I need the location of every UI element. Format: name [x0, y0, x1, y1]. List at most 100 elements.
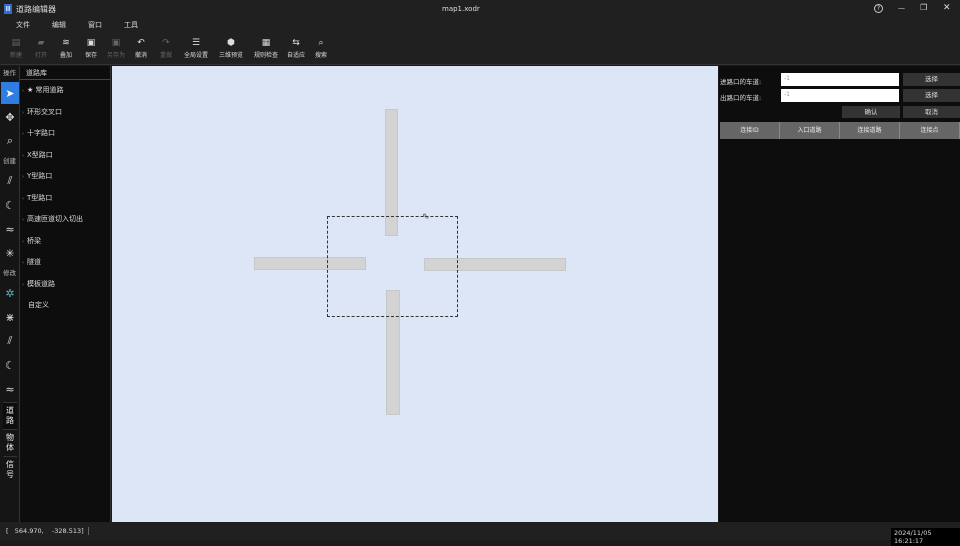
tab-road[interactable]: 道路 [3, 402, 17, 429]
toolbar-label: 三维预览 [218, 51, 243, 59]
toolbar-label: 叠加 [59, 51, 72, 59]
select-tool-icon[interactable]: ➤ [1, 82, 19, 104]
connection-table-header: 连接ID 入口道路 连接道路 连接点 [720, 122, 960, 139]
column-contact-point[interactable]: 连接点 [900, 122, 960, 139]
toolbar-button-2[interactable]: ≋ 叠加 [54, 32, 78, 64]
modify-junction-icon[interactable]: ✲ [1, 282, 19, 304]
zoom-fit-tool-icon[interactable]: ⌕ [1, 130, 19, 152]
road-library-panel: 道路库 › ★ 常用道路 › 环形交叉口 › 十字路口 › X型路口 › Y型路口 › T型路口 › 高速… [20, 66, 111, 522]
create-junction-icon[interactable]: ✳ [1, 242, 19, 264]
library-item-label: 环形交叉口 [27, 107, 62, 116]
menu-bar: 文件 编辑 窗口 工具 [0, 18, 960, 32]
restore-button[interactable]: ❐ [920, 3, 927, 12]
library-item[interactable]: › T型路口 [20, 188, 110, 210]
file-name: map1.xodr [442, 5, 480, 13]
library-item-label: 桥梁 [27, 236, 41, 245]
toolbar-label: 搜索 [314, 51, 327, 59]
road-library-title: 道路库 [20, 66, 110, 80]
toolbar-icon-2: ≋ [62, 37, 70, 48]
close-button[interactable]: ✕ [943, 3, 951, 13]
in-lane-select-button[interactable]: 选择 [903, 73, 960, 86]
library-item-label: T型路口 [27, 193, 53, 202]
menu-file[interactable]: 文件 [16, 18, 30, 32]
toolbar-button-7[interactable]: ☰ 全局设置 [179, 32, 213, 64]
out-lane-select-button[interactable]: 选择 [903, 89, 960, 102]
menu-tools[interactable]: 工具 [124, 18, 138, 32]
toolbar-button-3[interactable]: ▣ 保存 [79, 32, 103, 64]
column-connecting-road[interactable]: 连接道路 [840, 122, 900, 139]
column-connection-id[interactable]: 连接ID [720, 122, 780, 139]
in-lane-input[interactable]: -1 [781, 73, 899, 86]
toolbar-icon-7: ☰ [191, 37, 201, 48]
toolbar-button-8[interactable]: ⬢ 三维预览 [214, 32, 248, 64]
toolbar-button-4[interactable]: ▣ 另存为 [104, 32, 128, 64]
toolbar-button-10[interactable]: ⇆ 自适应 [284, 32, 308, 64]
library-item[interactable]: › 模板道路 [20, 274, 110, 296]
minimize-button[interactable]: — [898, 4, 905, 12]
library-item[interactable]: › 隧道 [20, 252, 110, 274]
toolbar-label: 全局设置 [183, 51, 208, 59]
menu-edit[interactable]: 编辑 [52, 18, 66, 32]
toolbar-button-9[interactable]: ▦ 规则检查 [249, 32, 283, 64]
toolbar-label: 规则检查 [253, 51, 278, 59]
app-logo-icon: Ⅲ [4, 4, 12, 14]
toolbar-label: 另存为 [106, 51, 125, 59]
toolbar-icon-9: ▦ [261, 37, 271, 48]
cancel-button[interactable]: 取消 [903, 106, 960, 118]
modify-straight-icon[interactable]: ⫽ [1, 330, 19, 352]
cursor-coordinates: [ 564.970, -328.513] [6, 527, 89, 535]
library-item-label: 十字路口 [27, 129, 55, 137]
library-item[interactable]: › 十字路口 [20, 123, 110, 145]
out-lane-input[interactable]: -1 [781, 89, 899, 102]
toolbar-label: 新建 [9, 51, 22, 59]
library-item[interactable]: › ★ 常用道路 [20, 80, 110, 102]
modify-cross-icon[interactable]: ⋇ [1, 306, 19, 328]
library-item-label: 常用道路 [35, 86, 64, 94]
library-item[interactable]: 自定义 [20, 295, 110, 317]
toolbar-label: 重做 [159, 51, 172, 59]
modify-s-icon[interactable]: ≈ [1, 378, 19, 400]
star-icon: ★ [27, 86, 36, 94]
section-create: 创建 [3, 157, 16, 165]
library-item-label: 自定义 [28, 301, 49, 309]
modify-curve-icon[interactable]: ☾ [1, 354, 19, 376]
section-operate: 操作 [3, 69, 16, 77]
tab-object[interactable]: 物体 [3, 429, 17, 456]
chevron-right-icon: › [22, 131, 24, 137]
toolbar-icon-11: ⌕ [318, 37, 324, 48]
library-item-label: 隧道 [27, 258, 41, 266]
library-item-label: 高速匝道切入切出 [27, 215, 83, 223]
help-icon[interactable]: ? [874, 4, 883, 13]
tab-signal[interactable]: 信号 [3, 456, 17, 483]
in-lane-label: 进路口的车道: [720, 78, 762, 86]
toolbar-label: 自适应 [286, 51, 305, 59]
chevron-right-icon: › [22, 152, 24, 159]
library-item[interactable]: › X型路口 [20, 145, 110, 167]
selection-rectangle [327, 216, 458, 317]
toolbar-button-0[interactable]: ▤ 新建 [4, 32, 28, 64]
toolbar-button-11[interactable]: ⌕ 搜索 [309, 32, 333, 64]
library-item[interactable]: › 高速匝道切入切出 [20, 209, 110, 231]
toolbar-button-1[interactable]: ▰ 打开 [29, 32, 53, 64]
section-modify: 修改 [3, 269, 16, 277]
move-tool-icon[interactable]: ✥ [1, 106, 19, 128]
toolbar: ▤ 新建 ▰ 打开 ≋ 叠加 ▣ 保存 ▣ 另存为 ↶ 撤消 ↷ 重做 ☰ 全局设置 ⬢ 三维预览 ▦ 规则检查 ⇆ 自适… [0, 32, 960, 65]
toolbar-button-5[interactable]: ↶ 撤消 [129, 32, 153, 64]
left-tool-strip: 操作 ➤ ✥ ⌕ 创建 ⫽ ☾ ≈ ✳ 修改 ✲ ⋇ ⫽ ☾ ≈ 道路 物体 信… [0, 66, 20, 522]
menu-window[interactable]: 窗口 [88, 18, 102, 32]
create-curve-road-icon[interactable]: ☾ [1, 194, 19, 216]
toolbar-label: 撤消 [134, 51, 147, 59]
library-item[interactable]: › 桥梁 [20, 231, 110, 253]
create-straight-road-icon[interactable]: ⫽ [1, 170, 19, 192]
toolbar-label: 保存 [84, 51, 97, 59]
library-item[interactable]: › Y型路口 [20, 166, 110, 188]
app-title: 道路编辑器 [16, 5, 56, 14]
chevron-right-icon: › [22, 109, 24, 116]
toolbar-button-6[interactable]: ↷ 重做 [154, 32, 178, 64]
toolbar-icon-1: ▰ [37, 37, 45, 48]
library-item[interactable]: › 环形交叉口 [20, 102, 110, 124]
column-entry-road[interactable]: 入口道路 [780, 122, 840, 139]
confirm-button[interactable]: 确认 [842, 106, 900, 118]
toolbar-label: 打开 [34, 51, 47, 59]
create-s-road-icon[interactable]: ≈ [1, 218, 19, 240]
